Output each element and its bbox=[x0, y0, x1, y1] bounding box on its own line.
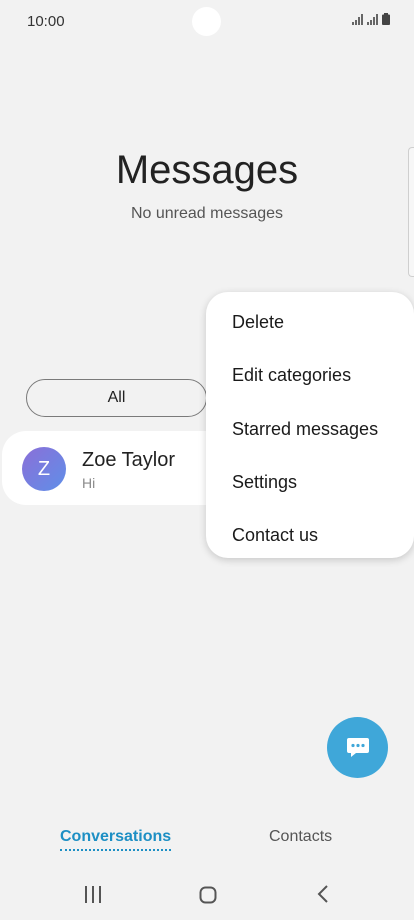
status-bar: 10:00 bbox=[0, 0, 414, 42]
menu-item-starred-messages[interactable]: Starred messages bbox=[206, 403, 414, 456]
bottom-tabs: Conversations Contacts bbox=[0, 818, 414, 858]
back-icon[interactable] bbox=[317, 885, 329, 903]
system-nav-bar bbox=[0, 868, 414, 920]
message-preview: Hi bbox=[82, 475, 96, 491]
overflow-menu: Delete Edit categories Starred messages … bbox=[206, 292, 414, 558]
menu-item-delete[interactable]: Delete bbox=[206, 296, 414, 349]
conversation-item[interactable]: Z Zoe Taylor Hi bbox=[2, 431, 232, 505]
menu-item-contact-us[interactable]: Contact us bbox=[206, 509, 414, 562]
camera-cutout bbox=[192, 7, 221, 36]
compose-button[interactable] bbox=[327, 717, 388, 778]
compose-chat-icon bbox=[346, 737, 369, 757]
battery-icon bbox=[382, 13, 390, 25]
signal-icon bbox=[367, 14, 378, 25]
status-time: 10:00 bbox=[27, 13, 65, 30]
page-title: Messages bbox=[115, 148, 299, 192]
filter-all-button[interactable]: All bbox=[26, 379, 207, 417]
page-subtitle: No unread messages bbox=[130, 205, 284, 222]
tab-conversations[interactable]: Conversations bbox=[60, 828, 172, 851]
signal-icon bbox=[352, 14, 363, 25]
menu-item-settings[interactable]: Settings bbox=[206, 456, 414, 509]
avatar: Z bbox=[22, 447, 66, 491]
home-icon[interactable] bbox=[199, 886, 217, 904]
recents-icon[interactable] bbox=[84, 886, 102, 903]
tab-contacts[interactable]: Contacts bbox=[269, 828, 332, 846]
status-icons bbox=[352, 13, 390, 25]
menu-item-edit-categories[interactable]: Edit categories bbox=[206, 349, 414, 402]
contact-name: Zoe Taylor bbox=[82, 449, 176, 471]
